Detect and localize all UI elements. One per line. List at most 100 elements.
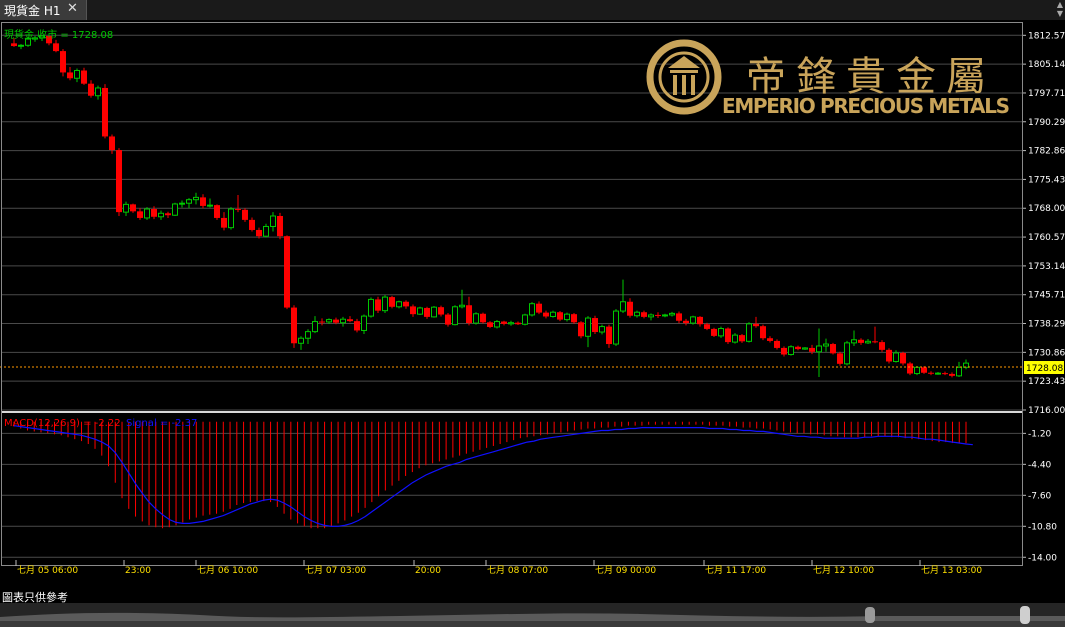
candle-body bbox=[949, 373, 955, 376]
price-header: 現貨金 收市 = 1728.08 bbox=[4, 28, 113, 41]
candle-body bbox=[718, 328, 724, 337]
candle-body bbox=[886, 349, 892, 362]
candle-body bbox=[515, 322, 521, 325]
candle-body bbox=[529, 303, 535, 316]
candle-body bbox=[627, 301, 633, 316]
candle-body bbox=[11, 43, 17, 47]
candle bbox=[382, 295, 388, 313]
candle-body bbox=[452, 306, 458, 326]
candle bbox=[368, 297, 374, 318]
candle-body bbox=[67, 72, 73, 79]
chart-area[interactable]: 1812.57 1805.14 1797.71 1790.29 1782.86 1775.… bbox=[0, 20, 1065, 589]
candle bbox=[802, 347, 808, 350]
time-tick-label: 七月 12 10:00 bbox=[813, 565, 874, 576]
price-tick-label: 1812.57 bbox=[1028, 31, 1065, 41]
candle bbox=[725, 327, 731, 345]
candle-body bbox=[172, 203, 178, 216]
macd-tick-label: -10.80 bbox=[1028, 522, 1057, 532]
candle-body bbox=[116, 150, 122, 213]
candle-body bbox=[928, 372, 934, 374]
time-tick-label: 七月 08 07:00 bbox=[487, 565, 548, 576]
candle-body bbox=[60, 51, 66, 73]
candle-body bbox=[284, 236, 290, 308]
candle bbox=[522, 313, 528, 326]
chart-tab-label: 現貨金 H1 bbox=[4, 4, 61, 18]
candle-body bbox=[655, 314, 661, 316]
candle-body bbox=[277, 216, 283, 237]
candle-body bbox=[592, 318, 598, 333]
close-icon[interactable]: ✕ bbox=[67, 1, 78, 16]
candle-body bbox=[550, 311, 556, 317]
candle bbox=[690, 315, 696, 325]
candle-body bbox=[221, 217, 227, 228]
candle-body bbox=[648, 314, 654, 318]
candle bbox=[837, 351, 843, 366]
price-tick-label: 1745.71 bbox=[1028, 291, 1065, 301]
candle-body bbox=[466, 305, 472, 324]
time-tick-label: 七月 11 17:00 bbox=[705, 565, 766, 576]
candle-body bbox=[774, 340, 780, 348]
candle bbox=[396, 300, 402, 309]
current-price-label: 1728.08 bbox=[1026, 364, 1063, 374]
candle-body bbox=[788, 346, 794, 356]
candle-body bbox=[858, 339, 864, 343]
candle bbox=[116, 148, 122, 216]
candle-body bbox=[914, 366, 920, 375]
candle-body bbox=[942, 373, 948, 375]
candle-body bbox=[956, 366, 962, 377]
macd-label: MACD(12,26,9) = -2.22 bbox=[4, 418, 121, 429]
candle bbox=[480, 312, 486, 324]
time-tick-label: 七月 09 00:00 bbox=[595, 565, 656, 576]
candle-body bbox=[186, 199, 192, 204]
candle-body bbox=[424, 307, 430, 317]
candle-body bbox=[333, 319, 339, 323]
chart-scrollbar[interactable] bbox=[0, 603, 1065, 627]
candle-body bbox=[536, 303, 542, 313]
time-tick-label: 20:00 bbox=[415, 566, 441, 576]
candle-body bbox=[753, 323, 759, 327]
candle-body bbox=[305, 331, 311, 339]
candle bbox=[172, 202, 178, 216]
logo-english-text: EMPERIO PRECIOUS METALS bbox=[722, 94, 1010, 118]
candle-body bbox=[200, 197, 206, 206]
candle bbox=[613, 309, 619, 346]
candle-body bbox=[354, 321, 360, 331]
scrollbar-start-handle[interactable] bbox=[865, 607, 875, 623]
candle-body bbox=[795, 346, 801, 350]
candle-body bbox=[235, 209, 241, 211]
candle-body bbox=[102, 87, 108, 137]
candle-body bbox=[326, 319, 332, 323]
price-tick-label: 1775.43 bbox=[1028, 175, 1065, 185]
candle-body bbox=[228, 208, 234, 229]
candle-body bbox=[844, 342, 850, 365]
candle-body bbox=[158, 212, 164, 218]
tab-scroll-arrows-icon[interactable]: ▲ ▼ bbox=[1057, 0, 1063, 18]
candle-body bbox=[88, 83, 94, 96]
candle-body bbox=[634, 311, 640, 317]
time-tick-label: 七月 13 03:00 bbox=[921, 565, 982, 576]
candle-body bbox=[501, 321, 507, 324]
candle-body bbox=[830, 344, 836, 354]
candle-body bbox=[431, 306, 437, 318]
window-title-bar: 現貨金 H1 ✕ ▲ ▼ bbox=[0, 0, 1065, 21]
candle bbox=[242, 208, 248, 222]
price-tick-label: 1782.86 bbox=[1028, 147, 1065, 157]
candle-body bbox=[144, 208, 150, 219]
scrollbar-overview bbox=[0, 612, 1065, 627]
price-tick-label: 1797.71 bbox=[1028, 89, 1065, 99]
candle-body bbox=[900, 352, 906, 364]
candle bbox=[732, 333, 738, 344]
chart-tab[interactable]: 現貨金 H1 ✕ bbox=[0, 0, 87, 20]
candle-body bbox=[543, 312, 549, 317]
candle bbox=[718, 326, 724, 338]
candle-body bbox=[382, 296, 388, 312]
candle-body bbox=[270, 215, 276, 227]
candle bbox=[760, 324, 766, 341]
candle-body bbox=[760, 326, 766, 339]
scrollbar-end-handle[interactable] bbox=[1020, 606, 1030, 624]
price-tick-label: 1730.86 bbox=[1028, 348, 1065, 358]
candle bbox=[571, 313, 577, 324]
candle-body bbox=[522, 314, 528, 325]
candle bbox=[277, 212, 283, 240]
candle-body bbox=[249, 219, 255, 230]
